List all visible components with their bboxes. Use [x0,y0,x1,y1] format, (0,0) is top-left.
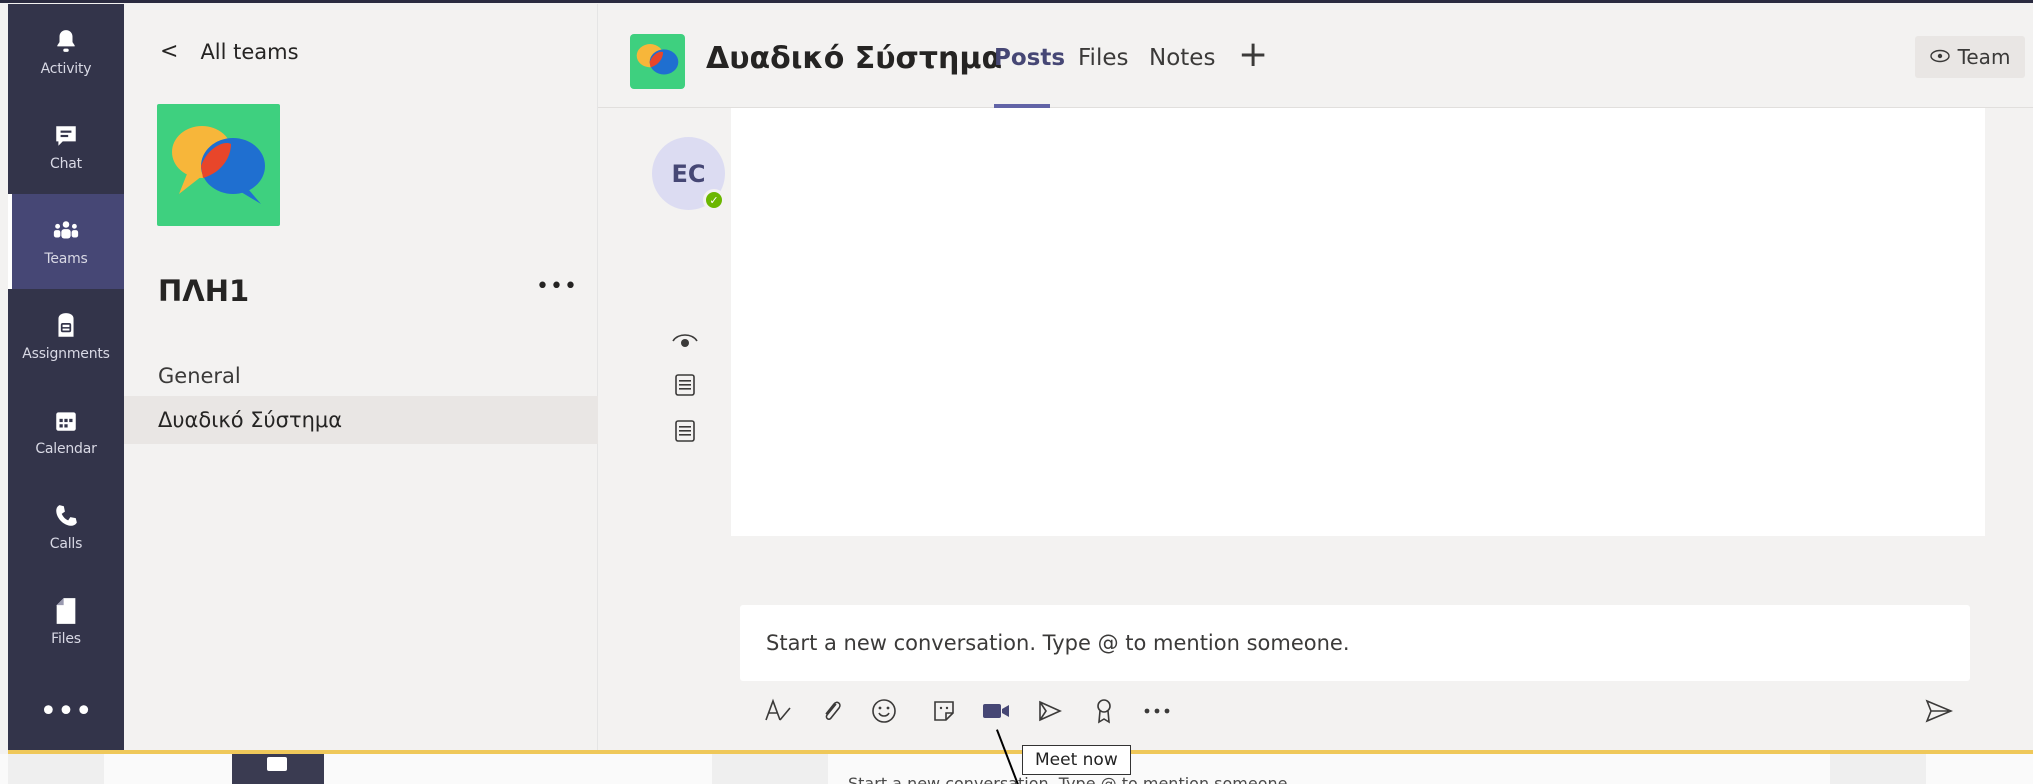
main-area: Δυαδικό Σύστημα Posts Files Notes + Team… [598,4,2033,750]
avatar-initials: EC [671,159,706,188]
team-avatar [157,104,280,226]
rail-label-files: Files [51,630,81,647]
attach-icon[interactable] [816,693,848,729]
channel-item-dyadiko-systima[interactable]: Δυαδικό Σύστημα [124,396,598,444]
list-icon[interactable] [670,370,700,400]
compose-box[interactable]: Start a new conversation. Type @ to ment… [740,605,1970,681]
praise-icon[interactable] [1088,693,1120,729]
eye-icon[interactable] [670,326,700,356]
rail-item-activity[interactable]: Activity [8,4,124,99]
rail-item-calendar[interactable]: Calendar [8,384,124,479]
team-pane: < All teams ΠΛΗ1 ••• General Δυαδικό Σύσ… [124,4,598,750]
list-icon[interactable] [670,416,700,446]
top-border [0,0,2033,3]
more-apps-button[interactable]: ••• [8,676,124,746]
message-card [731,108,1985,536]
tab-files[interactable]: Files [1078,45,1128,71]
chat-icon [52,122,80,150]
rail-item-calls[interactable]: Calls [8,479,124,574]
rail-item-chat[interactable]: Chat [8,99,124,194]
all-teams-label: All teams [200,39,299,64]
files-icon [52,597,80,625]
rail-label-chat: Chat [50,155,82,172]
teams-icon [52,217,80,245]
more-icon[interactable] [1141,693,1173,729]
rail-label-calls: Calls [49,535,83,552]
team-button[interactable]: Team [1915,36,2025,78]
channel-header: Δυαδικό Σύστημα Posts Files Notes + Team [598,4,2033,108]
assignments-icon [52,312,80,340]
channel-item-general[interactable]: General [124,352,598,400]
presence-available-icon: ✓ [703,189,725,211]
send-button[interactable] [1921,693,1957,729]
ghost-compose-text: Start a new conversation. Type @ to ment… [848,774,1293,784]
teams-window: Activity Chat Teams Assignments Calendar [0,0,2033,784]
ghost-block [1830,754,1926,784]
meet-now-icon[interactable] [980,693,1012,729]
eye-icon [1929,47,1950,68]
speech-bubbles-icon [636,44,679,75]
channel-avatar [630,34,685,89]
stream-icon[interactable] [1034,693,1066,729]
sticker-icon[interactable] [928,693,960,729]
ghost-block [8,754,104,784]
rail-item-assignments[interactable]: Assignments [8,289,124,384]
ghost-block [712,754,828,784]
chevron-left-icon: < [160,39,179,64]
compose-placeholder: Start a new conversation. Type @ to ment… [766,631,1350,655]
team-button-label: Team [1957,45,2011,69]
rail-item-files[interactable]: Files [8,574,124,669]
channel-label: Δυαδικό Σύστημα [158,408,343,432]
calendar-icon [52,407,80,435]
channel-title: Δυαδικό Σύστημα [706,41,1003,76]
send-icon [1925,699,1953,723]
app-rail: Activity Chat Teams Assignments Calendar [8,4,124,750]
all-teams-link[interactable]: < All teams [160,39,299,64]
meet-now-tooltip: Meet now [1022,745,1131,775]
rail-label-calendar: Calendar [35,440,97,457]
channel-label: General [158,364,241,388]
rail-item-teams[interactable]: Teams [8,194,124,289]
rail-label-teams: Teams [44,250,88,267]
emoji-icon[interactable] [868,693,900,729]
rail-label-assignments: Assignments [22,345,110,362]
team-more-options-button[interactable]: ••• [536,274,578,299]
phone-icon [52,502,80,530]
team-name: ΠΛΗ1 [158,274,250,308]
tab-posts[interactable]: Posts [994,45,1065,71]
speech-bubbles-icon [172,126,265,204]
ghost-rail [232,754,324,784]
tab-notes[interactable]: Notes [1149,45,1215,71]
bell-icon [52,27,80,55]
rail-label-activity: Activity [40,60,92,77]
add-tab-button[interactable]: + [1238,34,1268,75]
format-icon[interactable] [762,693,794,729]
ghost-rail-nub [267,757,287,771]
